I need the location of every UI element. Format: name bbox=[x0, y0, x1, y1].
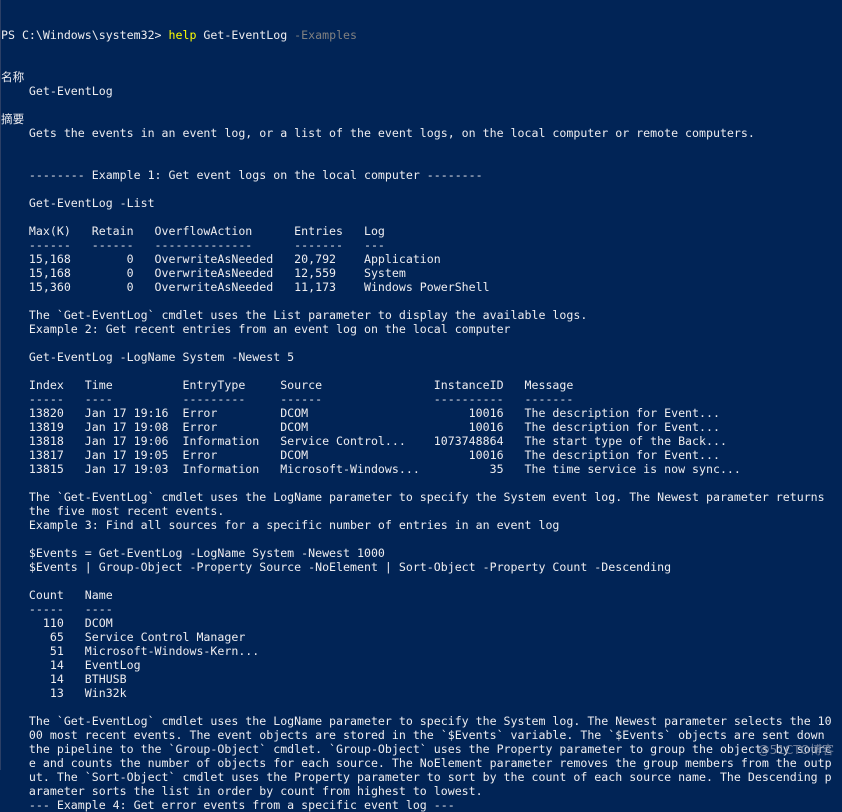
output-line: ----- ---- bbox=[1, 602, 113, 616]
powershell-console[interactable]: PS C:\Windows\system32> help Get-EventLo… bbox=[1, 0, 832, 812]
output-line: arameter sorts the list in order by coun… bbox=[1, 784, 483, 798]
output-line: $Events = Get-EventLog -LogName System -… bbox=[1, 546, 385, 560]
output-line: 13820 Jan 17 19:16 Error DCOM 10016 The … bbox=[1, 406, 720, 420]
output-line: Gets the events in an event log, or a li… bbox=[1, 126, 755, 140]
output-line: $Events | Group-Object -Property Source … bbox=[1, 560, 672, 574]
output-line: the five most recent events. bbox=[1, 504, 225, 518]
output-line: Index Time EntryType Source InstanceID M… bbox=[1, 378, 574, 392]
prompt-path: PS C:\Windows\system32> bbox=[1, 28, 169, 42]
output-line: 名称 bbox=[1, 70, 25, 84]
output-line: Count Name bbox=[1, 588, 113, 602]
output-line: 15,168 0 OverwriteAsNeeded 12,559 System bbox=[1, 266, 406, 280]
command-argument: Get-EventLog bbox=[196, 28, 288, 42]
output-line: Get-EventLog bbox=[1, 84, 113, 98]
output-line: e and counts the number of objects for e… bbox=[1, 756, 832, 770]
output-line: 13819 Jan 17 19:08 Error DCOM 10016 The … bbox=[1, 420, 720, 434]
command-parameter: -Examples bbox=[287, 28, 358, 42]
output-line: The `Get-EventLog` cmdlet uses the LogNa… bbox=[1, 490, 825, 504]
output-line: Example 3: Find all sources for a specif… bbox=[1, 518, 560, 532]
output-line: 13817 Jan 17 19:05 Error DCOM 10016 The … bbox=[1, 448, 720, 462]
output-line: 14 BTHUSB bbox=[1, 672, 127, 686]
output-line: 14 EventLog bbox=[1, 658, 141, 672]
output-line: 摘要 bbox=[1, 112, 25, 126]
output-line: 13815 Jan 17 19:03 Information Microsoft… bbox=[1, 462, 741, 476]
output-line: 15,168 0 OverwriteAsNeeded 20,792 Applic… bbox=[1, 252, 441, 266]
output-line: Get-EventLog -LogName System -Newest 5 bbox=[1, 350, 295, 364]
output-line: ut. The `Sort-Object` cmdlet uses the Pr… bbox=[1, 770, 832, 784]
output-line: -------- Example 1: Get event logs on th… bbox=[1, 168, 483, 182]
output-line: Get-EventLog -List bbox=[1, 196, 155, 210]
output-line: ------ ------ -------------- ------- --- bbox=[1, 238, 385, 252]
command-name: help bbox=[168, 28, 197, 42]
output-line: The `Get-EventLog` cmdlet uses the LogNa… bbox=[1, 714, 832, 728]
output-line: Example 2: Get recent entries from an ev… bbox=[1, 322, 511, 336]
watermark: @51CTO博客 bbox=[757, 743, 834, 757]
output-line: 65 Service Control Manager bbox=[1, 630, 246, 644]
output-line: 110 DCOM bbox=[1, 616, 113, 630]
output-line: 51 Microsoft-Windows-Kern... bbox=[1, 644, 260, 658]
output-line: --- Example 4: Get error events from a s… bbox=[1, 798, 455, 812]
output-line: 00 most recent events. The event objects… bbox=[1, 728, 825, 742]
output-line: Max(K) Retain OverflowAction Entries Log bbox=[1, 224, 385, 238]
output-line: 13 Win32k bbox=[1, 686, 127, 700]
prompt-line: PS C:\Windows\system32> help Get-EventLo… bbox=[1, 28, 832, 42]
output-line: the pipeline to the `Group-Object` cmdle… bbox=[1, 742, 832, 756]
output-line: 15,360 0 OverwriteAsNeeded 11,173 Window… bbox=[1, 280, 490, 294]
output-line: The `Get-EventLog` cmdlet uses the List … bbox=[1, 308, 588, 322]
output-line: 13818 Jan 17 19:06 Information Service C… bbox=[1, 434, 727, 448]
output-line: ----- ---- --------- ------ ---------- -… bbox=[1, 392, 574, 406]
